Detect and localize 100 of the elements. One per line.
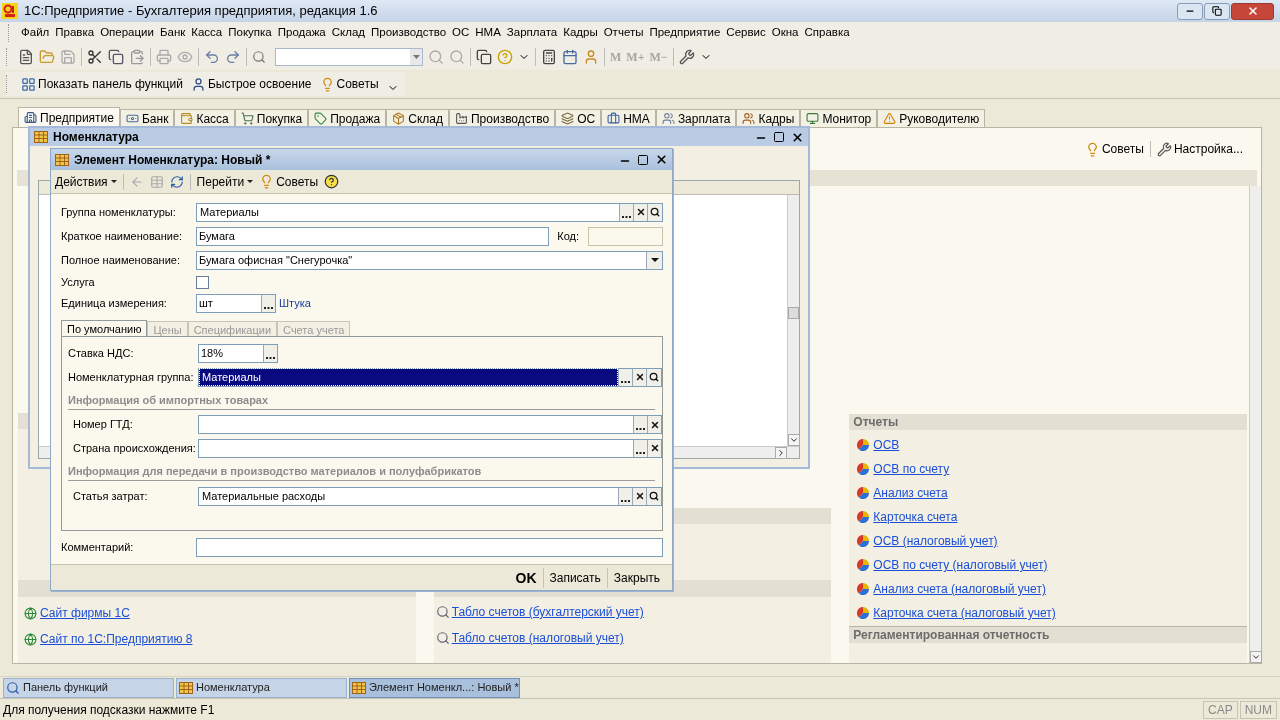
maximize-button[interactable] — [636, 152, 650, 167]
panel-tab[interactable]: Руководителю — [877, 109, 986, 127]
menu-item[interactable]: Правка — [55, 24, 95, 42]
panel-tab[interactable]: Продажа — [308, 109, 387, 127]
link[interactable]: Сайт фирмы 1С — [40, 604, 130, 622]
menu-item[interactable]: Кадры — [563, 24, 598, 42]
link[interactable]: Анализ счета — [873, 484, 948, 502]
close-button[interactable] — [654, 152, 668, 167]
panel-tab[interactable]: Покупка — [234, 109, 309, 127]
toolbar-grip[interactable] — [6, 48, 9, 66]
clear-button[interactable] — [633, 203, 647, 221]
calendar-icon[interactable] — [562, 49, 578, 65]
scissors-icon[interactable] — [87, 49, 103, 65]
menu-item[interactable]: Файл — [21, 24, 50, 42]
tips-button[interactable]: Советы — [1084, 140, 1144, 158]
panel-tab[interactable]: Склад — [386, 109, 449, 127]
choose-button[interactable] — [619, 203, 633, 221]
menu-item[interactable]: Справка — [804, 24, 850, 42]
taskbar-button[interactable]: Номенклатура — [176, 677, 347, 698]
panel-tab[interactable]: НМА — [601, 109, 656, 127]
panel-tab[interactable]: Кадры — [736, 109, 801, 127]
scrollbar[interactable] — [787, 195, 799, 446]
scroll-down-icon[interactable] — [1250, 651, 1262, 663]
calculator-icon[interactable] — [541, 49, 557, 65]
choose-button[interactable] — [618, 368, 632, 386]
panel-tab[interactable]: ОС — [555, 109, 602, 127]
redo-icon[interactable] — [225, 49, 241, 65]
choose-button[interactable] — [263, 344, 277, 362]
dialog-button[interactable]: Закрыть — [606, 567, 666, 588]
reference-field[interactable] — [198, 438, 662, 458]
search-field[interactable] — [275, 48, 423, 66]
open-button[interactable] — [646, 368, 661, 386]
link[interactable]: ОСВ — [873, 436, 900, 454]
help-icon[interactable] — [324, 174, 340, 189]
link[interactable]: Табло счетов (бухгалтерский учет) — [451, 603, 644, 621]
reference-field[interactable]: Материалы — [196, 202, 663, 222]
code-field[interactable] — [588, 226, 663, 246]
show-panel-button[interactable]: Показать панель функций — [21, 75, 183, 93]
menu-item[interactable]: НМА — [475, 24, 501, 42]
checkbox[interactable] — [196, 276, 209, 289]
menu-item[interactable]: Отчеты — [603, 24, 644, 42]
form-tab[interactable]: По умолчанию — [61, 320, 148, 336]
menu-item[interactable]: Касса — [191, 24, 223, 42]
new-document-icon[interactable] — [18, 49, 34, 65]
menu-button[interactable]: Действия — [55, 172, 117, 191]
toolbar-grip[interactable] — [8, 24, 11, 42]
scroll-down-icon[interactable] — [788, 434, 800, 446]
menu-item[interactable]: Окна — [771, 24, 799, 42]
input-field[interactable]: Бумага — [196, 226, 550, 246]
minimize-button[interactable] — [1177, 2, 1203, 20]
reference-field[interactable]: Материальные расходы — [198, 486, 662, 506]
menu-item[interactable]: ОС — [452, 24, 470, 42]
input-field[interactable]: шт — [196, 294, 276, 313]
menu-item[interactable]: Банк — [159, 24, 186, 42]
menu-item[interactable]: Сервис — [726, 24, 766, 42]
dialog-button[interactable]: OK — [509, 567, 543, 588]
panel-tab[interactable]: Предприятие — [18, 107, 120, 127]
clear-button[interactable] — [647, 416, 661, 433]
unit-link[interactable]: Штука — [279, 295, 311, 312]
menu-item[interactable]: Предприятие — [649, 24, 721, 42]
clear-button[interactable] — [647, 439, 661, 457]
reference-field[interactable]: Материалы — [198, 367, 662, 387]
reference-field[interactable] — [198, 415, 662, 434]
choose-button[interactable] — [618, 487, 632, 505]
copy-icon[interactable] — [108, 49, 124, 65]
panel-tab[interactable]: Банк — [119, 109, 175, 127]
taskbar-button[interactable]: Панель функций — [3, 677, 174, 698]
quick-start-button[interactable]: Быстрое освоение — [190, 75, 312, 93]
menu-item[interactable]: Покупка — [228, 24, 272, 42]
toolbar-grip[interactable] — [6, 75, 9, 93]
choose-button[interactable] — [633, 439, 647, 457]
settings-button[interactable]: Настройка... — [1156, 140, 1243, 158]
combo-field[interactable]: Бумага офисная "Снегурочка" — [196, 250, 663, 270]
link[interactable]: ОСВ (налоговый учет) — [873, 532, 998, 550]
panel-tab[interactable]: Монитор — [800, 109, 878, 127]
link[interactable]: ОСВ по счету — [873, 460, 950, 478]
scrollbar[interactable] — [1249, 186, 1261, 663]
link[interactable]: Анализ счета (налоговый учет) — [873, 580, 1046, 598]
link[interactable]: ОСВ по счету (налоговый учет) — [873, 556, 1048, 574]
clear-button[interactable] — [632, 487, 646, 505]
close-button[interactable] — [790, 130, 804, 144]
link[interactable]: Табло счетов (налоговый учет) — [451, 629, 624, 647]
refresh-icon[interactable] — [169, 174, 184, 189]
dialog-button[interactable]: Записать — [542, 567, 607, 588]
menu-item[interactable]: Зарплата — [506, 24, 558, 42]
choose-button[interactable] — [633, 416, 647, 433]
panel-tab[interactable]: Зарплата — [655, 109, 737, 127]
maximize-button[interactable] — [772, 130, 786, 144]
panel-tab[interactable]: Касса — [174, 109, 235, 127]
user-icon[interactable] — [583, 49, 599, 65]
panel-tab[interactable]: Производство — [448, 109, 556, 127]
dropdown-button[interactable] — [646, 251, 662, 269]
tips-button[interactable]: Советы — [259, 172, 319, 191]
comment-field[interactable] — [196, 537, 663, 557]
input-field[interactable]: 18% — [198, 343, 278, 363]
link[interactable]: Сайт по 1С:Предприятию 8 — [40, 630, 193, 648]
open-button[interactable] — [646, 487, 661, 505]
clear-button[interactable] — [632, 368, 646, 386]
undo-icon[interactable] — [204, 49, 220, 65]
link[interactable]: Карточка счета — [873, 508, 958, 526]
